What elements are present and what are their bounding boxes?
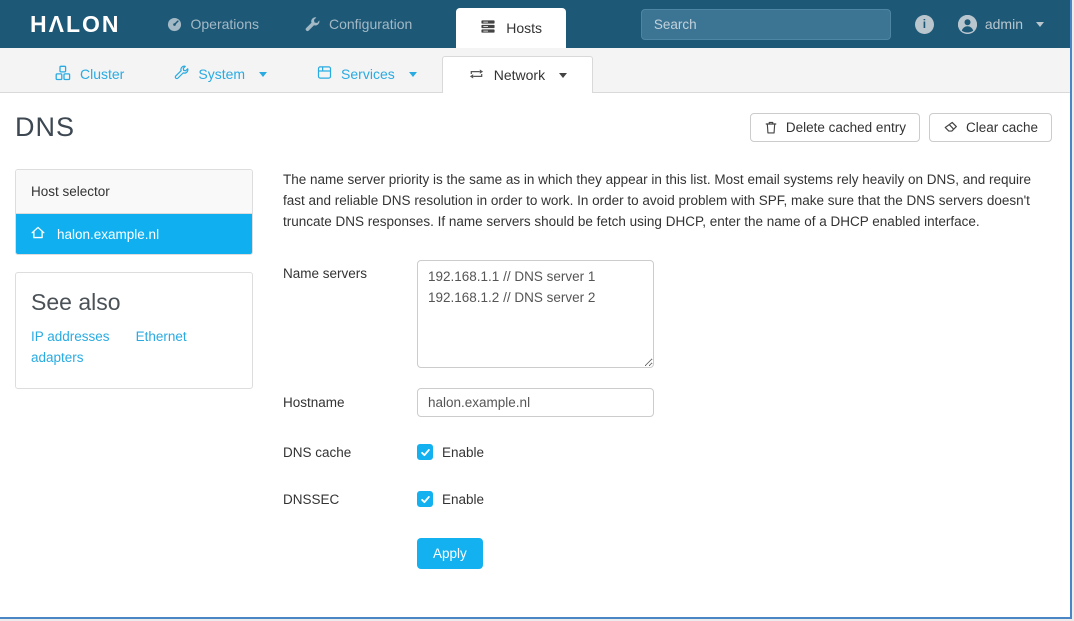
search-input[interactable]	[641, 9, 891, 40]
clear-cache-button[interactable]: Clear cache	[929, 113, 1052, 142]
halon-logo: HΛLON	[30, 0, 121, 48]
nav-item-operations[interactable]: Operations	[167, 16, 259, 32]
checkbox-label: Enable	[442, 492, 484, 507]
name-servers-row: Name servers 192.168.1.1 // DNS server 1…	[283, 260, 1052, 368]
chevron-down-icon	[259, 72, 267, 77]
tab-label: Services	[341, 66, 395, 82]
tab-services[interactable]: Services	[292, 56, 442, 92]
services-box-icon	[317, 65, 332, 83]
nav-item-label: Configuration	[329, 16, 412, 32]
dns-description-text: The name server priority is the same as …	[283, 169, 1052, 232]
name-servers-label: Name servers	[283, 260, 417, 368]
nav-item-label: Operations	[191, 16, 259, 32]
apply-row-spacer	[283, 538, 417, 569]
tab-cluster[interactable]: Cluster	[30, 56, 149, 92]
hostname-input[interactable]	[417, 388, 654, 417]
nav-item-hosts[interactable]: Hosts	[456, 8, 566, 48]
button-label: Delete cached entry	[786, 120, 906, 135]
tab-label: Network	[494, 67, 545, 83]
user-menu[interactable]: admin	[958, 15, 1044, 34]
content-body: Host selector halon.example.nl See also …	[0, 143, 1070, 617]
dnssec-row: DNSSEC Enable	[283, 491, 1052, 507]
nav-item-configuration[interactable]: Configuration	[305, 16, 412, 32]
app-window: HΛLON Operations Configuration Hosts i	[0, 0, 1072, 619]
apply-row: Apply	[283, 538, 1052, 569]
info-icon[interactable]: i	[915, 15, 934, 34]
tab-network[interactable]: Network	[442, 56, 593, 93]
system-wrench-icon	[174, 65, 189, 83]
section-tabbar: Cluster System Services Network	[0, 48, 1070, 93]
dns-cache-label: DNS cache	[283, 445, 417, 460]
dns-cache-enable-checkbox[interactable]: Enable	[417, 444, 484, 460]
dnssec-label: DNSSEC	[283, 492, 417, 507]
dns-settings-form: The name server priority is the same as …	[283, 169, 1052, 617]
host-selector-title: Host selector	[16, 170, 252, 214]
cluster-cubes-icon	[55, 65, 71, 84]
link-ip-addresses[interactable]: IP addresses	[31, 329, 110, 344]
hostname-row: Hostname	[283, 388, 1052, 417]
dns-cache-row: DNS cache Enable	[283, 444, 1052, 460]
see-also-title: See also	[31, 289, 237, 316]
dnssec-enable-checkbox[interactable]: Enable	[417, 491, 484, 507]
user-avatar-icon	[958, 15, 977, 34]
sidebar: Host selector halon.example.nl See also …	[15, 169, 253, 617]
chevron-down-icon	[1036, 22, 1044, 27]
apply-button[interactable]: Apply	[417, 538, 483, 569]
home-icon	[30, 225, 46, 243]
trash-icon	[764, 120, 778, 135]
delete-cached-entry-button[interactable]: Delete cached entry	[750, 113, 920, 142]
navbar-right-group: i admin	[915, 15, 1044, 34]
nav-item-label: Hosts	[506, 20, 542, 36]
page-header: DNS Delete cached entry Clear cache	[0, 93, 1070, 143]
tab-label: Cluster	[80, 66, 124, 82]
page-title: DNS	[15, 112, 75, 143]
network-exchange-icon	[468, 67, 485, 84]
eraser-icon	[943, 120, 958, 135]
hostname-label: Hostname	[283, 395, 417, 410]
host-selector-panel: Host selector halon.example.nl	[15, 169, 253, 255]
servers-icon	[480, 19, 496, 37]
checkbox-icon	[417, 491, 433, 507]
user-name: admin	[985, 16, 1023, 32]
tab-system[interactable]: System	[149, 56, 292, 92]
button-label: Clear cache	[966, 120, 1038, 135]
chevron-down-icon	[409, 72, 417, 77]
tab-label: System	[198, 66, 245, 82]
wrench-icon	[305, 17, 320, 32]
gauge-icon	[167, 17, 182, 32]
host-item-halon-example-nl[interactable]: halon.example.nl	[16, 214, 252, 254]
checkbox-icon	[417, 444, 433, 460]
name-servers-textarea[interactable]: 192.168.1.1 // DNS server 1 192.168.1.2 …	[417, 260, 654, 368]
chevron-down-icon	[559, 73, 567, 78]
see-also-links: IP addressesEthernet adapters	[31, 326, 237, 368]
header-actions: Delete cached entry Clear cache	[750, 113, 1052, 142]
see-also-panel: See also IP addressesEthernet adapters	[15, 272, 253, 389]
host-item-label: halon.example.nl	[57, 227, 159, 242]
top-navbar: HΛLON Operations Configuration Hosts i	[0, 0, 1070, 48]
checkbox-label: Enable	[442, 445, 484, 460]
